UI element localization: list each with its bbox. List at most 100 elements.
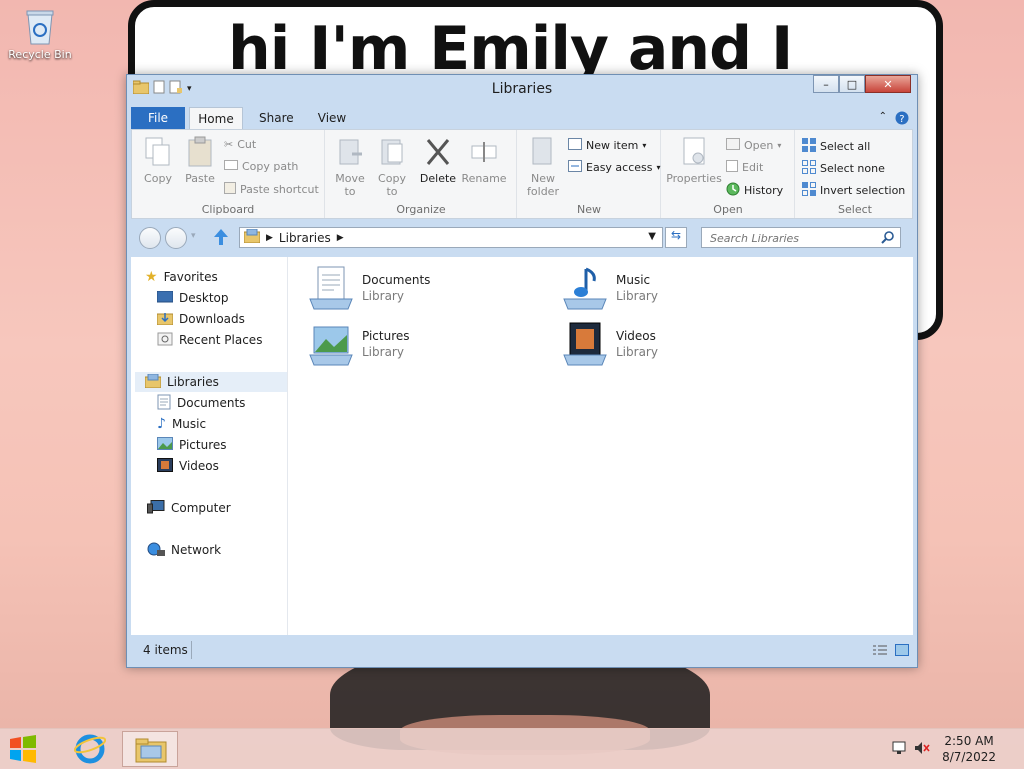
back-button[interactable]	[139, 227, 161, 249]
forward-button[interactable]	[165, 227, 187, 249]
nav-computer[interactable]: Computer	[147, 498, 303, 518]
pictures-icon	[157, 437, 173, 453]
select-none-button[interactable]: Select none	[802, 160, 885, 177]
refresh-button[interactable]: ⇆	[665, 227, 687, 248]
rename-button[interactable]: Rename	[460, 136, 508, 185]
window-title: Libraries	[491, 81, 553, 97]
move-to-icon	[336, 136, 364, 168]
close-button[interactable]: ✕	[865, 75, 911, 93]
title-bar[interactable]: ▾ Libraries – □ ✕	[127, 75, 917, 105]
svg-text:?: ?	[899, 114, 904, 125]
documents-icon	[157, 394, 171, 413]
properties-button[interactable]: Properties	[666, 136, 722, 185]
open-button[interactable]: Open ▾	[726, 138, 781, 153]
up-arrow-icon[interactable]	[213, 228, 229, 249]
clock[interactable]: 2:50 AM 8/7/2022	[942, 733, 996, 765]
tab-share[interactable]: Share	[259, 107, 294, 129]
recycle-bin[interactable]: Recycle Bin	[6, 6, 74, 61]
copy-to-button[interactable]: Copy to	[374, 136, 410, 198]
copy-button[interactable]: Copy	[140, 136, 176, 185]
open-icon	[726, 138, 740, 153]
large-icons-view-icon[interactable]	[895, 644, 909, 659]
navigation-pane: ★ Favorites Desktop Downloads Recent Plac…	[131, 257, 288, 635]
library-documents[interactable]: Documents Library	[308, 265, 548, 313]
minimize-button[interactable]: –	[813, 75, 839, 93]
help-icon[interactable]: ?	[895, 111, 909, 128]
chevron-down-icon: ▾	[777, 141, 782, 150]
status-bar: 4 items	[131, 639, 913, 663]
invert-selection-button[interactable]: Invert selection	[802, 182, 905, 199]
select-none-icon	[802, 160, 816, 177]
new-folder-icon	[529, 136, 557, 168]
taskbar-internet-explorer[interactable]	[62, 731, 118, 767]
star-icon: ★	[145, 269, 158, 285]
file-explorer-icon	[135, 736, 167, 767]
cut-button[interactable]: ✂ Cut	[224, 138, 256, 151]
clock-time: 2:50 AM	[944, 734, 994, 748]
videos-library-icon	[562, 321, 608, 367]
select-all-icon	[802, 138, 816, 155]
start-button[interactable]	[8, 735, 44, 765]
history-icon	[726, 182, 740, 199]
documents-library-icon	[308, 265, 354, 311]
easy-access-button[interactable]: Easy access ▾	[568, 160, 661, 175]
organize-group: Move to Copy to Delete Rename Organize	[326, 130, 517, 218]
videos-icon	[157, 457, 173, 475]
paste-shortcut-icon	[224, 182, 236, 197]
delete-button[interactable]: Delete	[418, 136, 458, 185]
internet-explorer-icon	[73, 733, 107, 768]
library-music[interactable]: Music Library	[562, 265, 802, 313]
ribbon-collapse-icon[interactable]: ⌃	[879, 111, 887, 128]
tab-home[interactable]: Home	[189, 107, 243, 129]
history-button[interactable]: History	[726, 182, 783, 199]
nav-favorites[interactable]: ★ Favorites	[145, 267, 301, 287]
volume-muted-icon[interactable]	[914, 741, 930, 758]
address-dropdown-icon[interactable]: ▼	[648, 231, 656, 242]
recent-locations-icon[interactable]: ▾	[191, 231, 196, 241]
chevron-down-icon: ▾	[642, 141, 647, 150]
select-all-button[interactable]: Select all	[802, 138, 870, 155]
paste-button[interactable]: Paste	[182, 136, 218, 185]
copy-path-button[interactable]: Copy path	[224, 160, 298, 173]
pictures-library-icon	[308, 321, 354, 367]
taskbar-file-explorer[interactable]	[122, 731, 178, 767]
search-box[interactable]	[701, 227, 901, 248]
breadcrumb-libraries[interactable]: Libraries	[279, 231, 331, 245]
edit-button[interactable]: Edit	[726, 160, 763, 175]
content-pane: Documents Library Music Library Pictures…	[288, 257, 913, 635]
address-bar[interactable]: ▶ Libraries ▶ ▼	[239, 227, 663, 248]
nav-network[interactable]: Network	[147, 540, 303, 560]
paste-icon	[186, 136, 214, 168]
search-icon[interactable]	[881, 231, 894, 247]
nav-libraries[interactable]: Libraries	[135, 372, 287, 392]
maximize-button[interactable]: □	[839, 75, 865, 93]
new-group: New folder New item ▾ Easy access ▾ New	[518, 130, 661, 218]
explorer-window: ▾ Libraries – □ ✕ File Home Share View ⌃…	[126, 74, 918, 668]
breadcrumb-separator-icon[interactable]: ▶	[266, 233, 273, 243]
new-item-button[interactable]: New item ▾	[568, 138, 646, 153]
library-videos[interactable]: Videos Library	[562, 321, 802, 369]
search-input[interactable]	[708, 228, 882, 248]
library-pictures[interactable]: Pictures Library	[308, 321, 548, 369]
system-tray: 2:50 AM 8/7/2022	[884, 729, 1024, 769]
details-view-icon[interactable]	[873, 644, 887, 659]
libraries-icon	[243, 228, 261, 246]
new-folder-button[interactable]: New folder	[522, 136, 564, 198]
move-to-button[interactable]: Move to	[332, 136, 368, 198]
organize-label: Organize	[396, 203, 446, 216]
tab-view[interactable]: View	[317, 107, 347, 129]
breadcrumb-separator-icon[interactable]: ▶	[337, 233, 344, 243]
navigation-bar: ▾ ▶ Libraries ▶ ▼ ⇆	[131, 223, 913, 251]
delete-icon	[424, 136, 452, 168]
copy-to-icon	[378, 136, 406, 168]
properties-icon	[680, 136, 708, 168]
rename-icon	[470, 136, 498, 168]
tab-file[interactable]: File	[131, 107, 185, 129]
desktop-icon	[156, 290, 174, 306]
paste-shortcut-button[interactable]: Paste shortcut	[224, 182, 319, 197]
network-status-icon[interactable]	[892, 741, 908, 758]
clock-date: 8/7/2022	[942, 750, 996, 764]
windows-logo-icon	[10, 735, 36, 763]
clipboard-group: Copy Paste ✂ Cut Copy path Paste shortcut…	[132, 130, 325, 218]
music-icon: ♪	[157, 416, 166, 432]
